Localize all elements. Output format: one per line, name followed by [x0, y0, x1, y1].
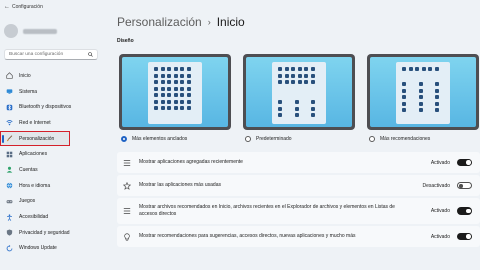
radio-more-recommendations[interactable]: Más recomendaciones: [369, 136, 430, 142]
window-title: Configuración: [12, 4, 43, 10]
layout-preview-default[interactable]: [243, 54, 355, 130]
toggle-switch[interactable]: [457, 232, 472, 241]
sidebar-item-label: Bluetooth y dispositivos: [19, 104, 72, 111]
setting-label: Mostrar aplicaciones agregadas recientem…: [139, 159, 243, 166]
pinned-apps-grid: [402, 67, 439, 71]
sidebar-item-juegos[interactable]: Juegos: [0, 194, 102, 210]
sidebar-item-windows-update[interactable]: Windows Update: [0, 241, 102, 257]
sidebar-item-label: Aplicaciones: [19, 151, 48, 158]
user-profile[interactable]: [4, 24, 57, 38]
accessibility-icon: [6, 213, 13, 221]
sidebar-item-hora-idioma[interactable]: Hora e idioma: [0, 178, 102, 194]
search-placeholder: Buscar una configuración: [9, 52, 64, 57]
sidebar-item-bluetooth[interactable]: Bluetooth y dispositivos: [0, 99, 102, 115]
gamepad-icon: [6, 198, 13, 205]
sidebar-item-label: Privacidad y seguridad: [19, 229, 70, 236]
list-icon: [123, 207, 131, 215]
shield-icon: [6, 229, 13, 236]
setting-state: Activado: [430, 159, 450, 166]
user-name-blurred: [23, 28, 57, 34]
setting-row-most-used[interactable]: Mostrar las aplicaciones más usadas Desa…: [117, 175, 480, 196]
avatar: [4, 24, 18, 38]
apps-icon: [6, 151, 13, 158]
radio-default[interactable]: Predeterminado: [245, 136, 292, 142]
sidebar-item-label: Cuentas: [19, 166, 38, 173]
nav-list: Inicio Sistema Bluetooth y dispositivos …: [0, 68, 102, 256]
home-icon: [6, 72, 13, 79]
pinned-apps-grid: [278, 67, 315, 84]
setting-state: Desactivado: [422, 182, 450, 189]
breadcrumb: Personalización › Inicio: [117, 15, 245, 29]
section-label-design: Diseño: [117, 38, 134, 44]
sidebar-item-privacidad[interactable]: Privacidad y seguridad: [0, 225, 102, 241]
settings-list: Mostrar aplicaciones agregadas recientem…: [117, 152, 480, 249]
sidebar-item-label: Personalización: [19, 135, 55, 142]
radio-indicator: [245, 136, 251, 142]
layout-options: Más elementos anclados Predeterminado Má…: [117, 54, 480, 144]
sidebar-item-sistema[interactable]: Sistema: [0, 84, 102, 100]
layout-preview-screen: [246, 57, 352, 127]
sidebar-item-personalizacion[interactable]: Personalización: [0, 130, 70, 147]
sidebar-item-label: Hora e idioma: [19, 182, 51, 189]
layout-preview-more-recommendations[interactable]: [367, 54, 479, 130]
breadcrumb-parent[interactable]: Personalización: [117, 15, 202, 29]
start-menu-preview: [272, 62, 326, 124]
pinned-apps-grid: [154, 67, 191, 110]
breadcrumb-separator: ›: [207, 17, 211, 27]
sidebar-item-label: Accesibilidad: [19, 214, 49, 221]
setting-row-recommended-files[interactable]: Mostrar archivos recomendados en Inicio,…: [117, 198, 480, 224]
recommended-grid: [402, 82, 449, 112]
sidebar-item-label: Sistema: [19, 88, 38, 95]
globe-icon: [6, 182, 13, 189]
radio-label: Más elementos anclados: [132, 136, 188, 142]
bluetooth-icon: [6, 104, 13, 111]
page-title: Inicio: [216, 15, 245, 29]
sidebar-item-inicio[interactable]: Inicio: [0, 68, 102, 84]
account-icon: [6, 166, 13, 174]
sidebar-item-accesibilidad[interactable]: Accesibilidad: [0, 209, 102, 225]
search-input[interactable]: Buscar una configuración: [4, 49, 98, 60]
layout-preview-screen: [370, 57, 476, 127]
radio-more-pins[interactable]: Más elementos anclados: [121, 136, 187, 142]
setting-row-recommendations[interactable]: Mostrar recomendaciones para sugerencias…: [117, 226, 480, 247]
start-menu-preview: [148, 62, 202, 124]
sidebar-item-label: Inicio: [19, 72, 31, 79]
sidebar-item-label: Windows Update: [19, 245, 57, 252]
setting-label: Mostrar archivos recomendados en Inicio,…: [139, 204, 395, 217]
start-menu-preview: [396, 62, 450, 124]
toggle-switch[interactable]: [457, 207, 472, 215]
setting-state: Activado: [430, 208, 450, 214]
sidebar-item-label: Juegos: [19, 198, 36, 205]
update-icon: [6, 244, 13, 252]
search-icon: [88, 52, 93, 57]
sidebar-item-label: Red e Internet: [19, 119, 51, 126]
toggle-switch[interactable]: [457, 158, 472, 167]
network-icon: [6, 119, 13, 126]
setting-label: Mostrar recomendaciones para sugerencias…: [139, 233, 356, 240]
layout-preview-screen: [122, 57, 228, 127]
setting-row-recent-apps[interactable]: Mostrar aplicaciones agregadas recientem…: [117, 152, 480, 173]
toggle-switch[interactable]: [457, 181, 472, 190]
monitor-icon: [6, 88, 13, 95]
list-icon: [123, 159, 131, 167]
star-icon: [123, 181, 131, 190]
radio-indicator: [121, 136, 127, 142]
setting-state: Activado: [430, 233, 450, 240]
radio-indicator: [369, 136, 375, 142]
sidebar: Buscar una configuración Inicio Sistema …: [0, 14, 102, 270]
lightbulb-icon: [123, 232, 131, 241]
sidebar-item-red[interactable]: Red e Internet: [0, 115, 102, 131]
radio-label: Predeterminado: [256, 136, 292, 142]
main-content: Personalización › Inicio Diseño Más elem…: [117, 0, 480, 270]
back-arrow-icon[interactable]: ←: [4, 4, 12, 10]
brush-icon: [6, 135, 13, 142]
recommended-grid: [278, 100, 325, 117]
layout-preview-more-pins[interactable]: [119, 54, 231, 130]
sidebar-item-aplicaciones[interactable]: Aplicaciones: [0, 146, 102, 162]
sidebar-item-cuentas[interactable]: Cuentas: [0, 162, 102, 178]
radio-label: Más recomendaciones: [380, 136, 431, 142]
